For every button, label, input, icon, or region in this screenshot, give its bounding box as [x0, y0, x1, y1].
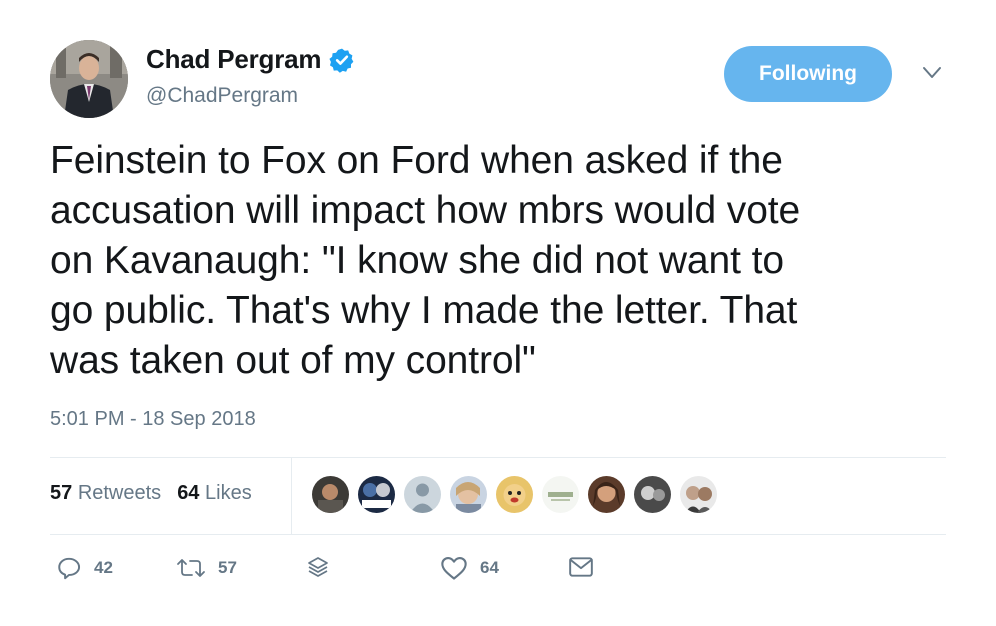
likes-label: Likes: [205, 482, 252, 504]
verified-badge-icon: [329, 48, 354, 73]
stack-action[interactable]: [306, 555, 330, 581]
retweet-icon: [177, 559, 205, 577]
following-button[interactable]: Following: [724, 46, 892, 102]
chevron-down-icon[interactable]: [922, 66, 942, 80]
engagement-stats: 57 Retweets 64 Likes: [50, 482, 252, 505]
retweets-label: Retweets: [77, 482, 162, 504]
reply-icon: [58, 557, 81, 580]
reply-action[interactable]: 42: [56, 555, 113, 581]
liker-avatar[interactable]: [404, 476, 441, 513]
liker-avatar[interactable]: [358, 476, 395, 513]
liker-avatars: [312, 476, 717, 513]
tweet-timestamp[interactable]: 5:01 PM - 18 Sep 2018: [50, 408, 256, 431]
retweets-count: 57: [50, 482, 73, 504]
divider-top: [50, 457, 946, 458]
author-handle[interactable]: @ChadPergram: [146, 84, 298, 108]
tweet-text: Feinstein to Fox on Ford when asked if t…: [50, 139, 801, 382]
direct-message-icon: [569, 557, 593, 577]
stats-divider: [291, 458, 292, 534]
author-avatar[interactable]: [50, 40, 128, 118]
liker-avatar[interactable]: [496, 476, 533, 513]
author-name-row: Chad Pergram: [146, 44, 355, 75]
likes-stat[interactable]: 64 Likes: [177, 482, 252, 505]
author-name[interactable]: Chad Pergram: [146, 44, 322, 75]
liker-avatar[interactable]: [588, 476, 625, 513]
liker-avatar[interactable]: [450, 476, 487, 513]
likes-count: 64: [177, 482, 200, 504]
reply-count: 42: [94, 558, 113, 577]
divider-bottom: [50, 534, 946, 535]
like-action[interactable]: 64: [440, 555, 499, 581]
liker-avatar[interactable]: [634, 476, 671, 513]
direct-message-action[interactable]: [568, 555, 594, 579]
stack-icon: [308, 557, 328, 577]
like-count: 64: [480, 558, 499, 577]
liker-avatar[interactable]: [542, 476, 579, 513]
retweet-count: 57: [218, 558, 237, 577]
retweet-action[interactable]: 57: [176, 555, 237, 581]
liker-avatar[interactable]: [312, 476, 349, 513]
liker-avatar[interactable]: [680, 476, 717, 513]
retweets-stat[interactable]: 57 Retweets: [50, 482, 161, 505]
heart-icon: [441, 557, 467, 580]
